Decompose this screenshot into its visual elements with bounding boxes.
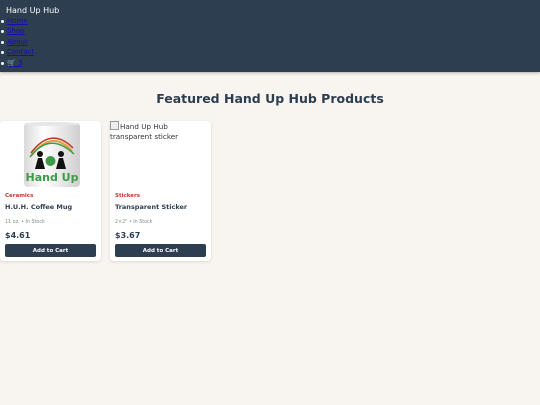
broken-image-placeholder: Hand Up Hub transparent sticker — [110, 121, 211, 141]
nav-item-cart: 🛒 3 — [0, 58, 34, 68]
broken-image-icon — [110, 121, 119, 130]
product-name[interactable]: Transparent Sticker — [115, 203, 187, 211]
product-category: Stickers — [115, 193, 140, 199]
cart-count: 3 — [17, 58, 23, 67]
product-price: $4.61 — [5, 231, 31, 240]
product-price: $3.67 — [115, 231, 141, 240]
product-card-coffee-mug: Hand Up Ceramics H.U.H. Coffee Mug 11 oz… — [0, 121, 101, 261]
add-to-cart-button[interactable]: Add to Cart — [115, 244, 206, 257]
site-header: Hand Up Hub Home Shop About Contact 🛒 3 — [0, 0, 540, 72]
image-alt-text: Hand Up Hub transparent sticker — [110, 122, 179, 141]
add-to-cart-button[interactable]: Add to Cart — [5, 244, 96, 257]
mug-icon: Hand Up — [24, 122, 80, 187]
brand-name: Hand Up Hub — [6, 6, 60, 15]
product-category: Ceramics — [5, 193, 34, 199]
cart-link[interactable]: 🛒 3 — [7, 59, 22, 67]
nav-link-home[interactable]: Home — [7, 17, 28, 25]
product-name[interactable]: H.U.H. Coffee Mug — [5, 203, 72, 211]
nav-item-about: About — [0, 37, 34, 47]
page-title: Featured Hand Up Hub Products — [156, 91, 384, 106]
product-image-coffee-mug[interactable]: Hand Up — [0, 121, 101, 189]
product-card-transparent-sticker: Hand Up Hub transparent sticker Stickers… — [110, 121, 211, 261]
product-image-transparent-sticker[interactable]: Hand Up Hub transparent sticker — [110, 121, 211, 189]
nav-link-about[interactable]: About — [7, 38, 28, 46]
main-nav: Home Shop About Contact 🛒 3 — [0, 16, 34, 68]
nav-link-shop[interactable]: Shop — [7, 27, 25, 35]
mug-print-text: Hand Up — [26, 171, 79, 184]
nav-item-home: Home — [0, 16, 34, 26]
cart-icon: 🛒 — [7, 58, 16, 67]
product-meta: 2×2" • In Stock — [115, 220, 153, 225]
nav-item-contact: Contact — [0, 47, 34, 57]
product-meta: 11 oz. • In Stock — [5, 220, 45, 225]
nav-item-shop: Shop — [0, 26, 34, 36]
nav-link-contact[interactable]: Contact — [7, 48, 34, 56]
